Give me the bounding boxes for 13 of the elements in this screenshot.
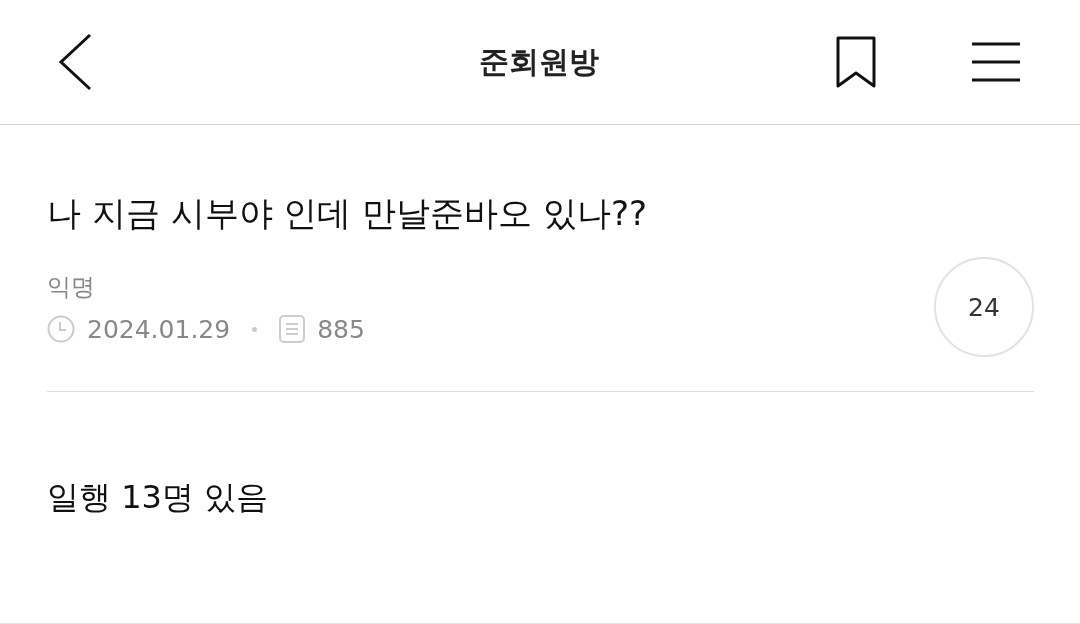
author-name: 익명 (47, 271, 96, 303)
clock-icon (47, 315, 75, 344)
separator-dot (252, 326, 258, 332)
board-title: 준회원방 (479, 42, 599, 81)
comment-count[interactable]: 24 (934, 257, 1034, 358)
post-date: 2024.01.29 (87, 314, 231, 344)
post-body: 일행 13명 있음 (47, 477, 270, 519)
document-icon (279, 315, 306, 344)
post-title: 나 지금 시부야 인데 만날준바오 있나?? (47, 192, 649, 235)
back-button[interactable] (58, 33, 92, 91)
menu-button[interactable] (972, 42, 1020, 82)
view-count: 885 (317, 314, 365, 344)
bookmark-button[interactable] (836, 36, 876, 88)
